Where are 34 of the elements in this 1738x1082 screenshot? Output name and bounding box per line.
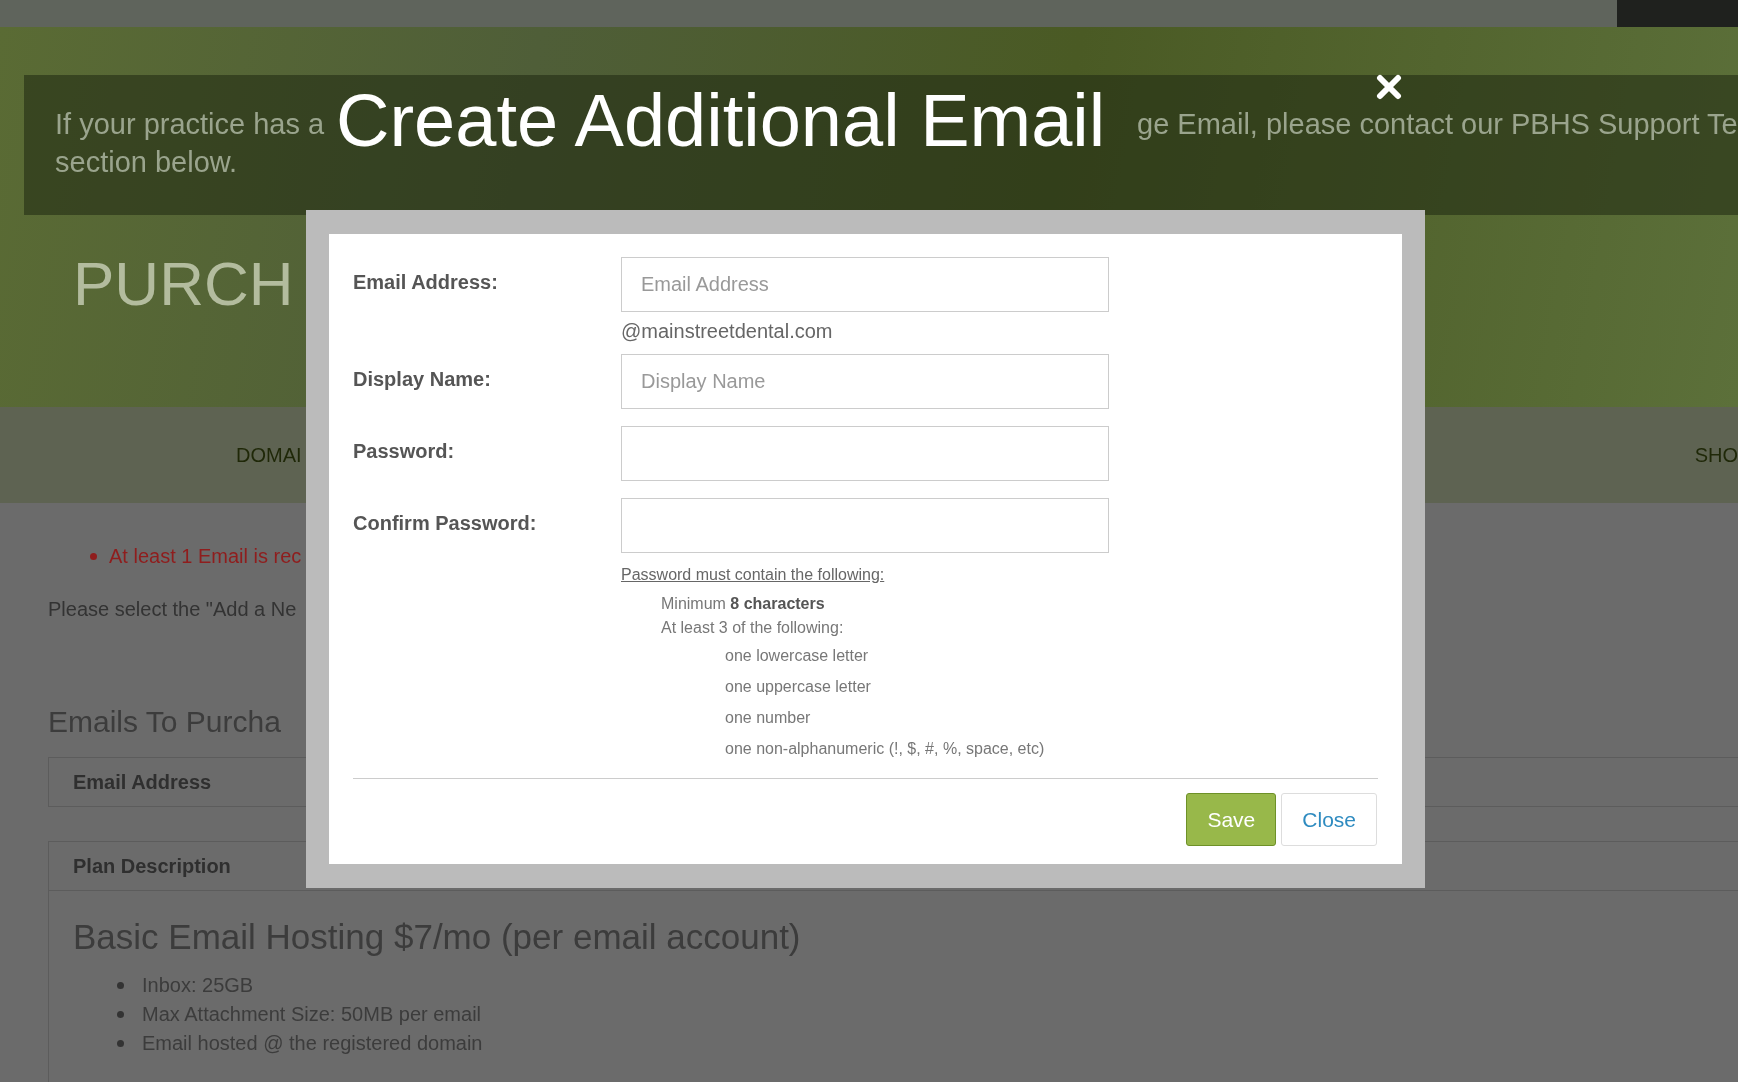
rule-text: Minimum 8 characters	[660, 594, 826, 614]
input-field[interactable]: Display Name	[621, 354, 1109, 409]
dialog-button[interactable]: Close	[1281, 793, 1377, 846]
nav-link[interactable]: DOMAI	[236, 443, 302, 467]
nav-link[interactable]: SHO	[1694, 443, 1738, 467]
modal-title: Create Additional Email	[336, 84, 1106, 158]
close-icon[interactable]	[1376, 74, 1402, 100]
input-field[interactable]: Email Address	[621, 257, 1109, 312]
bullet-icon	[90, 553, 97, 560]
rules-link[interactable]: Password must contain the following:	[621, 566, 885, 584]
notice-text: If your practice has a	[55, 107, 325, 142]
field-label: Confirm Password:	[353, 511, 538, 536]
notice-text: section below.	[55, 145, 238, 180]
domain-suffix: @mainstreetdental.com	[621, 320, 833, 343]
field-label: Display Name:	[353, 367, 492, 392]
rule-item: one non-alphanumeric (!, $, #, %, space, etc)	[724, 739, 1046, 759]
field-label: Email Address:	[353, 270, 499, 295]
rule-item: one uppercase letter	[724, 677, 872, 697]
field-label: Password:	[353, 439, 456, 464]
error-message: At least 1 Email is rec	[109, 545, 302, 568]
input-field[interactable]	[621, 426, 1109, 481]
bullet-icon	[117, 1040, 124, 1047]
page-heading: PURCH	[73, 253, 294, 315]
bullet-icon	[117, 1011, 124, 1018]
dialog-button[interactable]: Save	[1186, 793, 1277, 846]
bullet-icon	[117, 982, 124, 989]
column-header: Email Address	[73, 770, 212, 794]
rule-text: At least 3 of the following:	[660, 618, 845, 638]
notice-text: ge Email, please contact our PBHS Support Te	[1137, 107, 1738, 142]
input-field[interactable]	[621, 498, 1109, 553]
rule-item: one number	[724, 708, 812, 728]
instruction-text: Please select the "Add a Ne	[48, 598, 297, 621]
panel-header: Plan Description	[73, 854, 231, 878]
rule-item: one lowercase letter	[724, 646, 870, 666]
